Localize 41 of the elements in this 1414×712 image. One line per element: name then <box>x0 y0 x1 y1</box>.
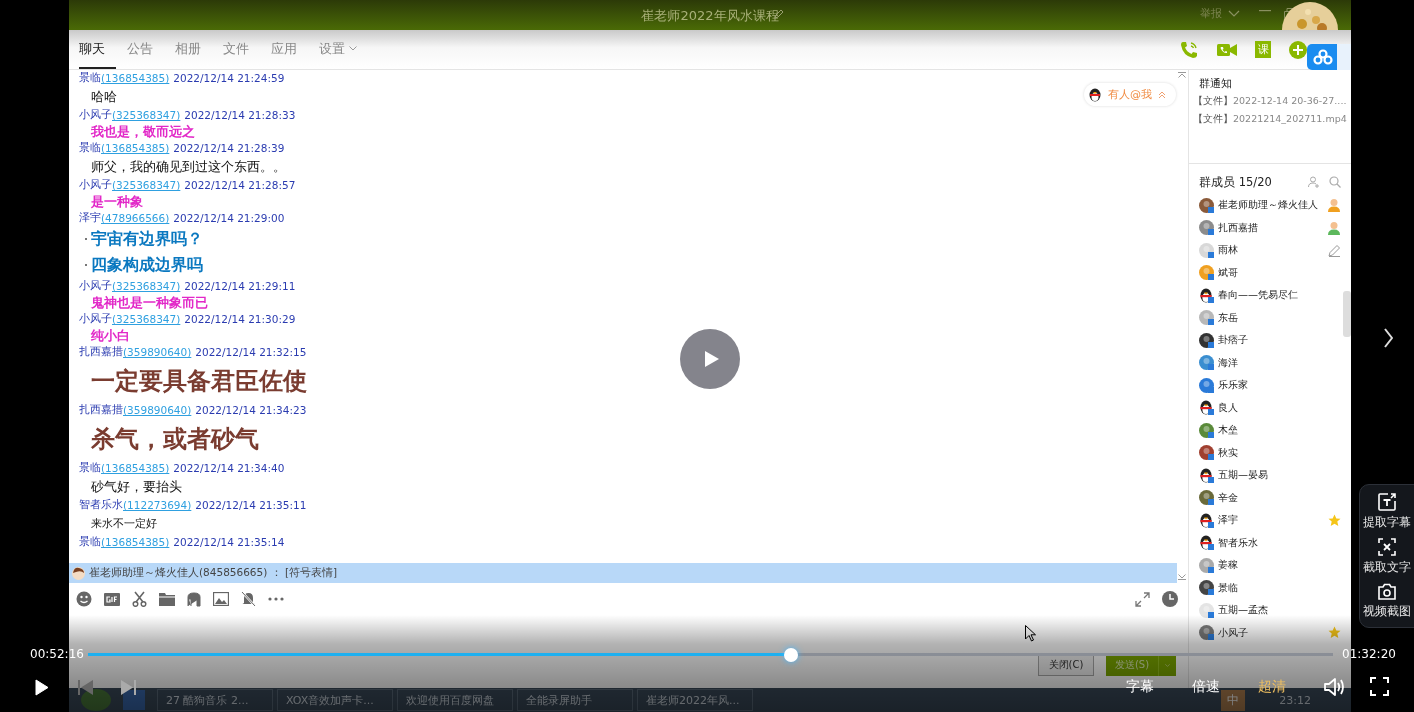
message-text: 一定要具备君臣佐使 <box>91 366 307 397</box>
message-time: 2022/12/14 21:28:33 <box>184 109 296 121</box>
message-text: 我也是，敬而远之 <box>91 122 195 141</box>
sender-name: 小风子 <box>79 108 112 120</box>
sender-name: 扎西嘉措 <box>79 403 123 415</box>
message-time: 2022/12/14 21:30:29 <box>184 313 296 325</box>
sender-name: 智者乐水 <box>79 498 123 510</box>
sender-name: 景临 <box>79 71 101 85</box>
quote-text: 崔老师助理～烽火佳人(845856665) ： [符号表情] <box>89 566 338 580</box>
window-title: 崔老师2022年风水课程 <box>641 7 779 25</box>
sender-name: 景临 <box>79 141 101 155</box>
taskbar-clock: 23:12 <box>1279 693 1311 707</box>
sender-name: 泽宇 <box>79 211 101 223</box>
sender-name: 景临 <box>79 535 101 549</box>
message-time: 2022/12/14 21:34:23 <box>195 404 307 416</box>
message-time: 2022/12/14 21:29:00 <box>173 212 285 224</box>
message-text: 鬼神也是一种象而已 <box>91 293 208 312</box>
message-time: 2022/12/14 21:28:57 <box>184 179 296 191</box>
members-title: 群成员 15/20 <box>1199 174 1272 190</box>
message-text: 来水不一定好 <box>91 516 157 531</box>
sender-name: 景临 <box>79 461 101 475</box>
message-text: 宇宙有边界吗？ <box>91 228 203 250</box>
sender-name: 小风子 <box>79 178 112 190</box>
message-time: 2022/12/14 21:32:15 <box>195 346 307 358</box>
message-time: 2022/12/14 21:29:11 <box>184 280 296 292</box>
sender-name: 小风子 <box>79 312 112 324</box>
message-text: 砂气好，要抬头 <box>91 477 182 496</box>
message-text: 是一种象 <box>91 192 143 211</box>
message-time: 2022/12/14 21:35:14 <box>173 536 285 548</box>
message-time: 2022/12/14 21:35:11 <box>195 499 307 511</box>
message-text: 纯小白 <box>91 326 130 345</box>
message-text: 哈哈 <box>91 87 117 106</box>
sender-name: 小风子 <box>79 279 112 291</box>
message-text: 师父，我的确见到过这个东西。。 <box>91 157 286 176</box>
message-time: 2022/12/14 21:24:59 <box>173 72 285 84</box>
notice-title: 群通知 <box>1199 76 1233 92</box>
message-time: 2022/12/14 21:28:39 <box>173 142 285 154</box>
message-time: 2022/12/14 21:34:40 <box>173 462 285 474</box>
sender-name: 扎西嘉措 <box>79 345 123 357</box>
message-text: 杀气，或者砂气 <box>91 424 259 455</box>
message-text: 四象构成边界吗 <box>91 254 203 276</box>
